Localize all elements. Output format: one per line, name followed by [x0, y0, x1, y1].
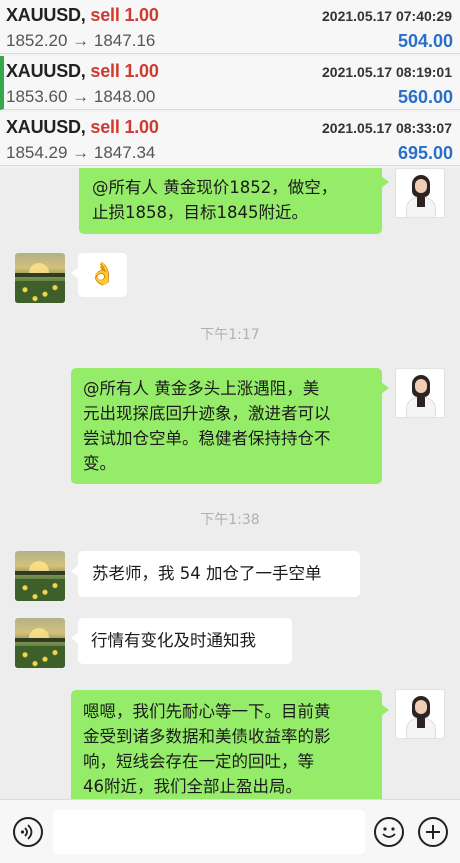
trade-record[interactable]: XAUUSD, sell 1.00 2021.05.17 08:19:01 18… [0, 56, 460, 110]
message-bubble[interactable]: 苏老师，我 54 加仓了一手空单 [71, 551, 360, 597]
user-avatar[interactable] [15, 618, 65, 668]
message-line: @所有人 黄金多头上涨遇阻，美 [83, 379, 320, 398]
message-text: 苏老师，我 54 加仓了一手空单 [92, 564, 322, 583]
voice-icon[interactable] [13, 817, 43, 847]
trade-side: sell 1.00 [90, 5, 159, 25]
trade-time: 2021.05.17 08:19:01 [322, 64, 452, 80]
trade-profit: 695.00 [397, 143, 453, 163]
trade-time: 2021.05.17 07:40:29 [322, 8, 452, 24]
message-bubble[interactable]: @所有人 黄金现价1852，做空， 止损1858，目标1845附近。 [79, 162, 389, 234]
trade-symbol: XAUUSD, sell 1.00 [6, 5, 159, 25]
trade-profit: 504.00 [397, 31, 453, 51]
message-line: 尝试加仓空单。稳健者保持持仓不 [83, 429, 331, 448]
ok-hand-emoji: 👌 [88, 262, 117, 287]
trade-price: 1853.60 → 1848.00 [6, 87, 156, 106]
trade-side: sell 1.00 [90, 117, 159, 137]
message-line: 嗯嗯，我们先耐心等一下。目前黄 [83, 702, 331, 721]
timestamp: 下午1:17 [200, 327, 260, 343]
trade-record[interactable]: XAUUSD, sell 1.00 2021.05.17 07:40:29 18… [0, 0, 460, 54]
message-line: 止损1858，目标1845附近。 [92, 203, 308, 222]
message-bubble[interactable]: 嗯嗯，我们先耐心等一下。目前黄 金受到诸多数据和美债收益率的影 响，短线会存在一… [71, 690, 389, 806]
message-bubble[interactable]: 行情有变化及时通知我 [71, 618, 292, 664]
trade-price: 1852.20 → 1847.16 [6, 31, 156, 50]
trade-record[interactable]: XAUUSD, sell 1.00 2021.05.17 08:33:07 18… [0, 112, 460, 166]
trade-symbol: XAUUSD, sell 1.00 [6, 117, 159, 137]
user-avatar[interactable] [15, 253, 65, 303]
message-line: 响，短线会存在一定的回吐，等 [83, 752, 314, 771]
emoji-icon[interactable] [374, 817, 404, 847]
message-text: 行情有变化及时通知我 [91, 631, 256, 650]
teacher-avatar[interactable] [395, 368, 445, 418]
message-line: @所有人 黄金现价1852，做空， [92, 178, 338, 197]
trade-price: 1854.29 → 1847.34 [6, 143, 156, 162]
timestamp: 下午1:38 [200, 512, 260, 528]
trade-side: sell 1.00 [90, 61, 159, 81]
teacher-avatar[interactable] [395, 168, 445, 218]
trade-profit: 560.00 [397, 87, 453, 107]
message-input[interactable] [53, 810, 365, 854]
message-line: 46附近，我们全部止盈出局。 [83, 777, 302, 796]
message-line: 金受到诸多数据和美债收益率的影 [83, 727, 331, 746]
trade-records-panel: XAUUSD, sell 1.00 2021.05.17 07:40:29 18… [0, 0, 460, 168]
message-line: 元出现探底回升迹象，激进者可以 [83, 404, 331, 423]
chat-input-bar [0, 799, 460, 863]
teacher-avatar[interactable] [395, 689, 445, 739]
message-line: 变。 [83, 454, 116, 473]
trade-symbol: XAUUSD, sell 1.00 [6, 61, 159, 81]
message-bubble[interactable]: @所有人 黄金多头上涨遇阻，美 元出现探底回升迹象，激进者可以 尝试加仓空单。稳… [71, 368, 389, 484]
plus-icon[interactable] [418, 817, 448, 847]
trade-time: 2021.05.17 08:33:07 [322, 120, 452, 136]
user-avatar[interactable] [15, 551, 65, 601]
message-bubble[interactable]: 👌 [71, 253, 127, 297]
